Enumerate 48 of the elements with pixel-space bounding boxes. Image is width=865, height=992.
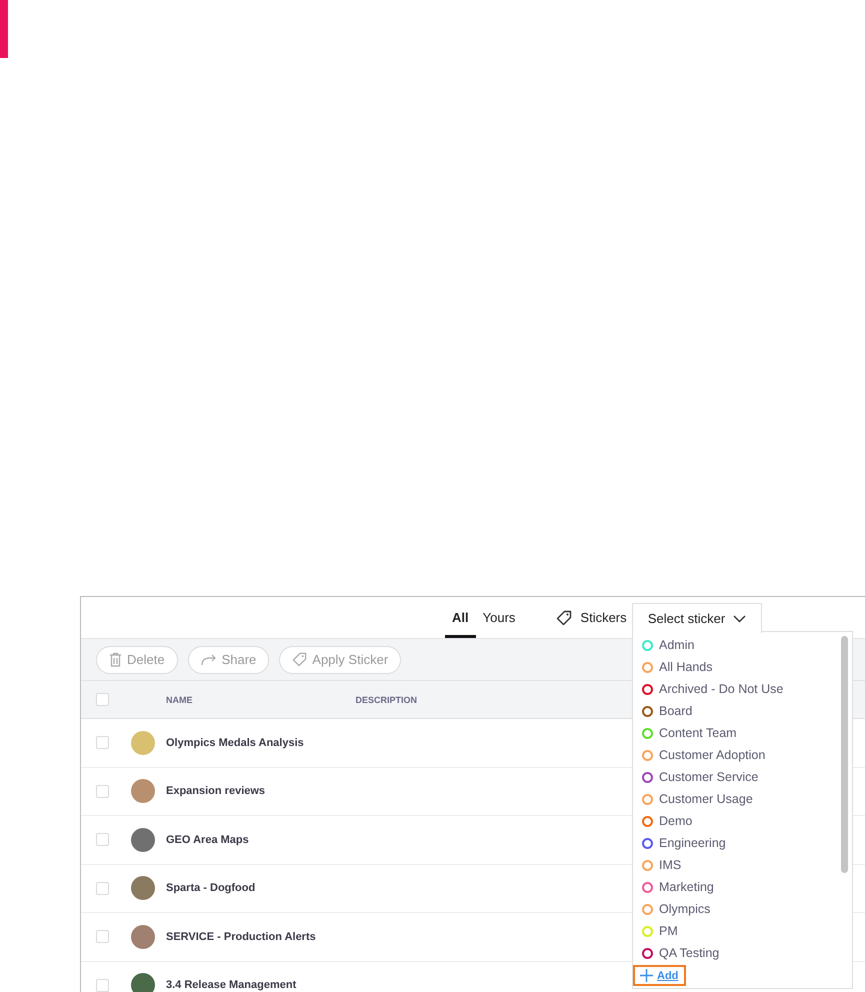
sticker-option[interactable]: Board xyxy=(633,700,852,722)
row-name[interactable]: Expansion reviews xyxy=(166,785,266,798)
row-name[interactable]: SERVICE - Production Alerts xyxy=(166,930,316,943)
row-checkbox[interactable] xyxy=(96,736,109,750)
sticker-option[interactable]: PM xyxy=(633,920,852,942)
sticker-option[interactable]: Content Team xyxy=(633,722,852,744)
row-name[interactable]: GEO Area Maps xyxy=(166,834,249,846)
sticker-select[interactable]: Select sticker xyxy=(632,603,762,633)
row-checkbox[interactable] xyxy=(96,784,109,798)
chevron-down-icon xyxy=(733,614,746,622)
row-name[interactable]: Sparta - Dogfood xyxy=(166,882,256,894)
stickers-label: Stickers xyxy=(580,610,627,625)
avatar xyxy=(131,730,155,755)
tag-icon xyxy=(556,610,572,626)
add-link[interactable]: Add xyxy=(633,965,686,986)
sticker-option[interactable]: Customer Service xyxy=(633,766,852,788)
row-checkbox[interactable] xyxy=(96,833,109,846)
avatar xyxy=(131,828,155,852)
row-name[interactable]: Olympics Medals Analysis xyxy=(166,736,304,749)
avatar xyxy=(131,924,155,949)
avatar xyxy=(131,973,155,992)
sticker-option[interactable]: Engineering xyxy=(633,832,852,854)
scrollbar[interactable] xyxy=(841,636,848,873)
sticker-option[interactable]: IMS xyxy=(633,854,852,876)
avatar xyxy=(131,876,155,900)
row-checkbox[interactable] xyxy=(96,882,109,895)
share-arrow-icon xyxy=(200,653,217,666)
column-header: DESCRIPTION xyxy=(356,694,418,704)
sticker-option[interactable]: QA Testing xyxy=(633,942,852,964)
tab[interactable]: Yours xyxy=(476,597,522,638)
plus-icon xyxy=(640,969,653,982)
sticker-option[interactable]: Marketing xyxy=(633,876,852,898)
sticker-option[interactable]: All Hands xyxy=(633,656,852,678)
sticker-option[interactable]: Archived - Do Not Use xyxy=(633,678,852,700)
accent-bar xyxy=(0,0,8,58)
row-checkbox[interactable] xyxy=(96,930,109,944)
avatar xyxy=(131,779,155,804)
sticker-option[interactable]: Admin xyxy=(633,634,852,656)
sticker-option[interactable]: Customer Adoption xyxy=(633,744,852,766)
sticker-option[interactable]: Demo xyxy=(633,810,852,832)
row-name[interactable]: 3.4 Release Management xyxy=(166,979,296,992)
sticker-option[interactable]: Customer Usage xyxy=(633,788,852,810)
tag-icon xyxy=(292,652,308,667)
row-checkbox[interactable] xyxy=(96,978,109,992)
select-all-checkbox[interactable] xyxy=(96,693,109,706)
trash-icon xyxy=(109,652,122,667)
column-header: NAME xyxy=(166,694,192,704)
sticker-option[interactable]: Olympics xyxy=(633,898,852,920)
